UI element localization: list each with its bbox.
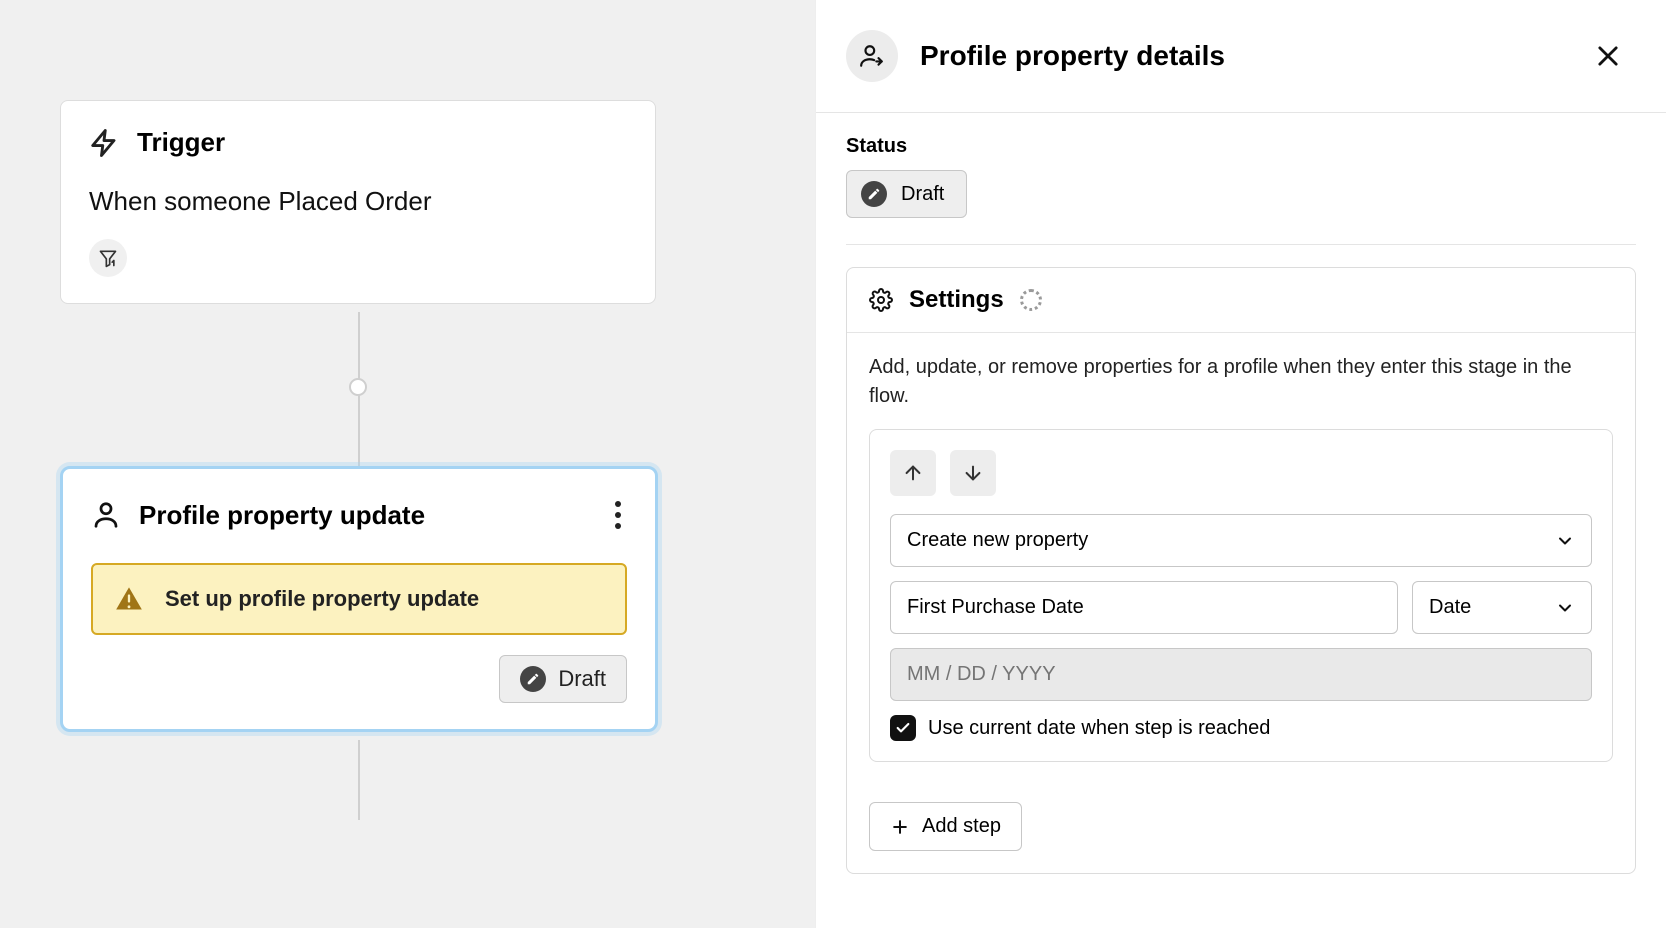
pencil-icon [861, 181, 887, 207]
profile-property-node[interactable]: Profile property update Set up profile p… [60, 466, 658, 732]
trigger-node[interactable]: Trigger When someone Placed Order [60, 100, 656, 304]
status-label: Status [846, 135, 1636, 158]
details-panel: Profile property details Status Draft Se… [815, 0, 1666, 928]
settings-card: Settings Add, update, or remove properti… [846, 267, 1636, 874]
warning-icon [115, 585, 143, 613]
node-status-text: Draft [558, 666, 606, 692]
property-type-value: Date [1429, 596, 1471, 619]
profile-node-title: Profile property update [139, 500, 425, 531]
move-up-button[interactable] [890, 450, 936, 496]
flow-canvas[interactable]: Trigger When someone Placed Order Profil… [0, 0, 815, 928]
node-status-pill[interactable]: Draft [499, 655, 627, 703]
node-menu-button[interactable] [609, 495, 627, 535]
panel-icon-badge [846, 30, 898, 82]
action-select[interactable]: Create new property [890, 514, 1592, 567]
pencil-icon [520, 666, 546, 692]
chevron-down-icon [1555, 531, 1575, 551]
property-type-select[interactable]: Date [1412, 581, 1592, 634]
use-current-date-checkbox[interactable] [890, 715, 916, 741]
connector-dot[interactable] [349, 378, 367, 396]
settings-description: Add, update, or remove properties for a … [847, 333, 1635, 429]
trigger-filter-button[interactable] [89, 239, 127, 277]
move-down-button[interactable] [950, 450, 996, 496]
panel-title: Profile property details [920, 40, 1225, 72]
trigger-description: When someone Placed Order [89, 186, 627, 217]
connector-line-below [358, 740, 360, 820]
setup-warning-text: Set up profile property update [165, 586, 479, 612]
status-pill[interactable]: Draft [846, 170, 967, 218]
setup-warning-banner[interactable]: Set up profile property update [91, 563, 627, 635]
property-name-value: First Purchase Date [907, 596, 1084, 619]
gear-icon [869, 288, 893, 312]
use-current-date-label: Use current date when step is reached [928, 717, 1270, 740]
settings-title: Settings [909, 286, 1004, 314]
close-button[interactable] [1590, 38, 1626, 74]
lightning-icon [89, 128, 119, 158]
action-select-value: Create new property [907, 529, 1088, 552]
panel-header: Profile property details [816, 0, 1666, 113]
trigger-title: Trigger [137, 127, 225, 158]
chevron-down-icon [1555, 598, 1575, 618]
plus-icon [890, 817, 910, 837]
person-icon [91, 500, 121, 530]
date-input [890, 648, 1592, 701]
property-step: Create new property First Purchase Date … [869, 429, 1613, 762]
property-name-input[interactable]: First Purchase Date [890, 581, 1398, 634]
add-step-button[interactable]: Add step [869, 802, 1022, 851]
status-value: Draft [901, 183, 944, 206]
loading-spinner-icon [1020, 289, 1042, 311]
add-step-label: Add step [922, 815, 1001, 838]
